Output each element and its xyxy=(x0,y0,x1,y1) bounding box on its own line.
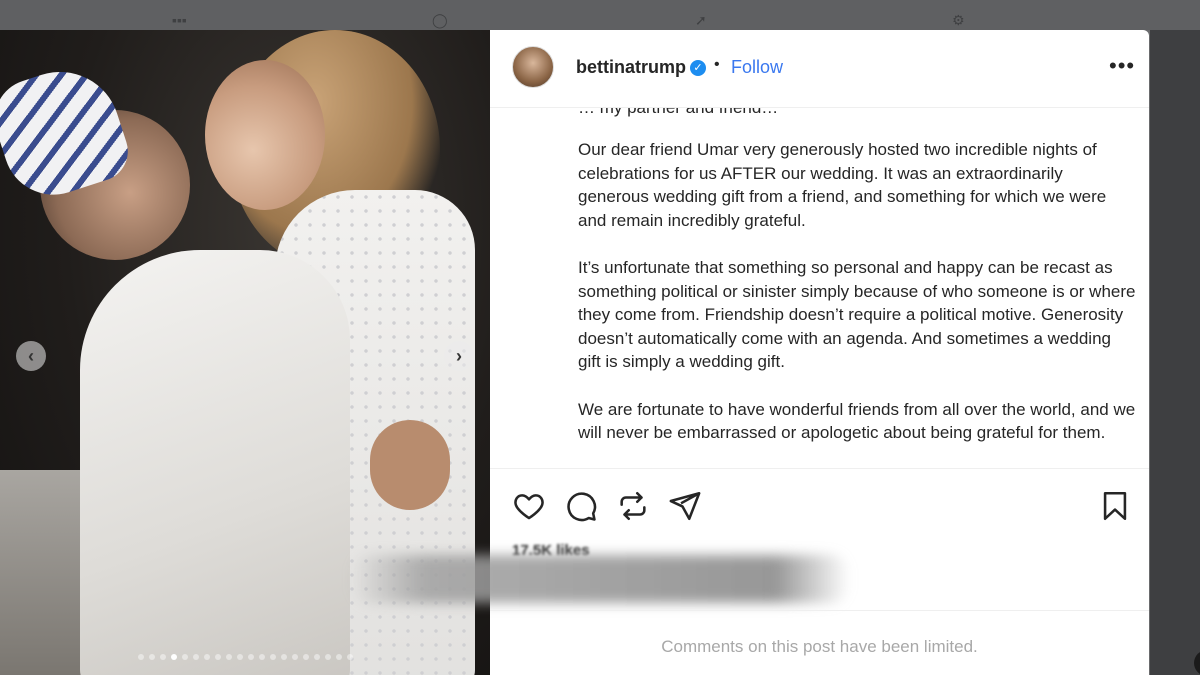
carousel-dot xyxy=(148,654,155,660)
carousel-dot xyxy=(170,654,177,660)
carousel-dot xyxy=(181,654,188,660)
save-button[interactable] xyxy=(1098,489,1132,523)
carousel-dot xyxy=(258,654,265,660)
carousel-dot xyxy=(335,654,342,660)
photo-arm xyxy=(370,420,450,510)
carousel-dot xyxy=(313,654,320,660)
carousel-dot xyxy=(269,654,276,660)
post-caption: … my partner and friend… Our dear friend… xyxy=(578,108,1138,468)
carousel-dots xyxy=(0,654,490,660)
like-button[interactable] xyxy=(512,489,546,523)
comment-button[interactable] xyxy=(564,489,598,523)
post-header: bettinatrump ✓ • Follow ••• xyxy=(490,30,1149,108)
background-dot xyxy=(1194,650,1200,675)
carousel-dot xyxy=(214,654,221,660)
more-icon[interactable]: ••• xyxy=(1109,53,1135,79)
carousel-prev-button[interactable]: ‹ xyxy=(16,341,46,371)
comments-limited-text: Comments on this post have been limited. xyxy=(661,637,978,656)
grid-icon: ▪▪▪ xyxy=(172,12,187,28)
carousel-dot xyxy=(159,654,166,660)
chevron-left-icon: ‹ xyxy=(28,345,34,366)
carousel-dot xyxy=(302,654,309,660)
follow-button[interactable]: Follow xyxy=(731,57,783,78)
background-right xyxy=(1150,30,1200,675)
post-panel: bettinatrump ✓ • Follow ••• … my partner… xyxy=(350,30,1149,675)
share-button[interactable] xyxy=(668,489,702,523)
background-top-bar: ▪▪▪ ◯ ➚ ⚙ xyxy=(0,0,1200,30)
carousel-dot xyxy=(247,654,254,660)
post-modal: ‹ › bettinatrump ✓ • Follow ••• … my par… xyxy=(0,30,1149,675)
carousel-dot xyxy=(203,654,210,660)
caption-paragraph: It’s unfortunate that something so perso… xyxy=(578,258,1136,371)
caption-cut-line: … my partner and friend… xyxy=(578,108,1138,126)
share-icon: ➚ xyxy=(695,12,707,28)
header-separator: • xyxy=(714,56,720,73)
carousel-dot xyxy=(324,654,331,660)
carousel-dot xyxy=(236,654,243,660)
caption-paragraph: We are fortunate to have wonderful frien… xyxy=(578,399,1136,443)
blurred-overlay xyxy=(350,555,850,603)
action-bar xyxy=(490,468,1149,538)
username[interactable]: bettinatrump xyxy=(576,57,686,78)
caption-paragraph: Our dear friend Umar very generously hos… xyxy=(578,140,1107,230)
heart-icon xyxy=(514,494,544,520)
photo-shirt xyxy=(80,250,350,675)
carousel-dot xyxy=(225,654,232,660)
comments-limited-notice: Comments on this post have been limited. xyxy=(490,610,1149,675)
verified-badge-icon: ✓ xyxy=(690,60,706,76)
carousel-dot xyxy=(137,654,144,660)
carousel-next-button[interactable]: › xyxy=(444,341,474,371)
comment-icon xyxy=(567,492,597,522)
carousel-dot xyxy=(346,654,353,660)
carousel-dot xyxy=(280,654,287,660)
carousel-dot xyxy=(291,654,298,660)
avatar[interactable] xyxy=(512,46,554,88)
instagram-icon: ◯ xyxy=(432,12,448,28)
settings-icon: ⚙ xyxy=(952,12,965,28)
chevron-right-icon: › xyxy=(456,345,462,366)
carousel-dot xyxy=(192,654,199,660)
repost-button[interactable] xyxy=(616,489,650,523)
bookmark-icon xyxy=(1103,491,1127,521)
repost-icon xyxy=(620,491,646,521)
send-icon xyxy=(669,491,701,521)
photo-woman-head xyxy=(205,60,325,210)
